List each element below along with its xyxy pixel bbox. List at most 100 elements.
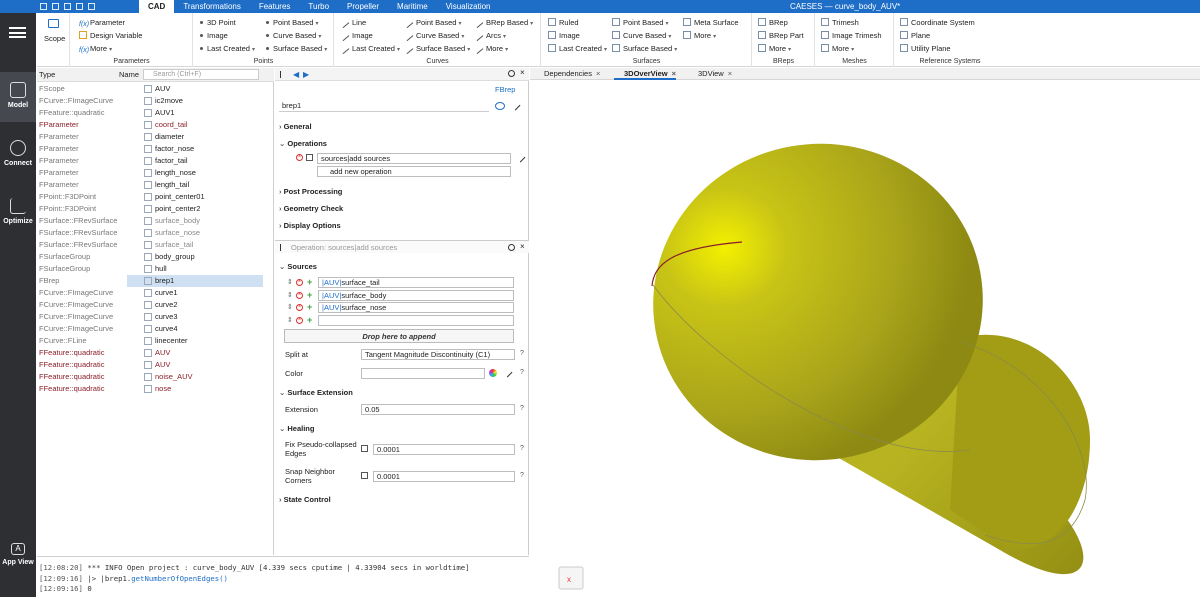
design-variable-button[interactable]: Design Variable — [79, 30, 142, 41]
tree-row[interactable]: FCurve::FImageCurve ic2move — [37, 95, 274, 107]
help-icon[interactable]: ? — [520, 405, 524, 412]
surface-based-surface-button[interactable]: Surface Based ▾ — [612, 43, 677, 54]
surface-based-point-button[interactable]: Surface Based ▾ — [264, 43, 327, 54]
tree-row[interactable]: FCurve::FImageCurve curve2 — [37, 299, 274, 311]
image-trimesh-button[interactable]: Image Trimesh — [821, 30, 882, 41]
drag-handle-icon[interactable]: ⇕ — [287, 316, 293, 324]
tree-row[interactable]: FSurface::FRevSurface surface_nose — [37, 227, 274, 239]
source-field-empty[interactable] — [318, 314, 514, 326]
point-based-curve-button[interactable]: Point Based ▾ — [404, 17, 461, 29]
tab-transformations[interactable]: Transformations — [174, 0, 250, 13]
tree-row[interactable]: FSurface::FRevSurface surface_body — [37, 215, 274, 227]
nav-app-view[interactable]: A App View — [0, 533, 36, 583]
redo-icon[interactable] — [76, 3, 83, 10]
refresh-icon[interactable] — [88, 3, 95, 10]
image-curve-button[interactable]: Image — [340, 30, 373, 42]
section-general[interactable]: General — [279, 122, 312, 131]
tree-row[interactable]: FParameter factor_tail — [37, 155, 274, 167]
surfaces-more-button[interactable]: More ▾ — [683, 30, 716, 41]
close-icon[interactable]: × — [520, 242, 525, 251]
tab-features[interactable]: Features — [250, 0, 300, 13]
source-field[interactable]: |AUV|surface_body — [318, 289, 514, 301]
curves-more-button[interactable]: More ▾ — [474, 43, 508, 55]
add-icon[interactable]: + — [307, 278, 312, 287]
source-row[interactable]: ⇕ × + |AUV|surface_tail — [275, 277, 529, 289]
edit-icon[interactable] — [502, 367, 513, 378]
tab-visualization[interactable]: Visualization — [437, 0, 500, 13]
tab-3dview[interactable]: 3DView × — [688, 68, 732, 80]
drag-handle-icon[interactable]: ⇕ — [287, 291, 293, 299]
edit-icon[interactable] — [510, 100, 521, 111]
tree-row[interactable]: FParameter coord_tail — [37, 119, 274, 131]
close-icon[interactable]: × — [672, 69, 676, 78]
arcs-button[interactable]: Arcs ▾ — [474, 30, 506, 42]
operation-field[interactable]: sources|add sources — [317, 153, 511, 164]
curve-based-point-button[interactable]: Curve Based ▾ — [264, 30, 321, 41]
color-wheel-icon[interactable] — [489, 369, 497, 377]
last-created-curve-button[interactable]: Last Created ▾ — [340, 43, 400, 55]
tree-row[interactable]: FCurve::FImageCurve curve4 — [37, 323, 274, 335]
image-point-button[interactable]: Image — [198, 30, 228, 41]
tree-row[interactable]: FParameter length_nose — [37, 167, 274, 179]
snap-neighbor-checkbox[interactable] — [361, 472, 368, 479]
tree-row[interactable]: FBrep brep1 — [37, 275, 274, 287]
remove-icon[interactable]: × — [296, 304, 303, 311]
checkbox-icon[interactable] — [306, 154, 313, 161]
tree-row[interactable]: FFeature::quadratic AUV — [37, 347, 274, 359]
tree-row[interactable]: FSurfaceGroup body_group — [37, 251, 274, 263]
help-icon[interactable]: ? — [520, 350, 524, 357]
drop-append-zone[interactable]: Drop here to append — [284, 329, 514, 343]
section-state-control[interactable]: State Control — [279, 495, 331, 504]
tree-row[interactable]: FPoint::F3DPoint point_center2 — [37, 203, 274, 215]
source-row[interactable]: ⇕ × + — [275, 314, 529, 327]
tree-row[interactable]: FParameter diameter — [37, 131, 274, 143]
last-created-point-button[interactable]: Last Created ▾ — [198, 43, 255, 54]
close-icon[interactable]: × — [520, 68, 525, 77]
brep-based-curve-button[interactable]: BRep Based ▾ — [474, 17, 533, 29]
3d-viewport[interactable]: x — [530, 80, 1200, 597]
point-based-point-button[interactable]: Point Based ▾ — [264, 17, 318, 28]
search-icon[interactable] — [508, 244, 515, 251]
color-select[interactable] — [361, 368, 485, 379]
surface-based-curve-button[interactable]: Surface Based ▾ — [404, 43, 470, 55]
object-name-field[interactable]: brep1 — [279, 101, 489, 112]
tree-row[interactable]: FSurfaceGroup hull — [37, 263, 274, 275]
ruled-button[interactable]: Ruled — [548, 17, 579, 28]
axis-widget[interactable]: x — [558, 566, 584, 590]
tree-row[interactable]: FParameter length_tail — [37, 179, 274, 191]
section-display-options[interactable]: Display Options — [279, 221, 341, 230]
source-row[interactable]: ⇕ × + |AUV|surface_nose — [275, 302, 529, 314]
breps-more-button[interactable]: More ▾ — [758, 43, 791, 54]
pin-icon[interactable] — [280, 244, 286, 251]
nav-optimize[interactable]: Optimize — [0, 188, 36, 238]
tree-row[interactable]: FCurve::FImageCurve curve1 — [37, 287, 274, 299]
tree-row[interactable]: FFeature::quadratic noise_AUV — [37, 371, 274, 383]
last-created-surface-button[interactable]: Last Created ▾ — [548, 43, 607, 54]
tree-row[interactable]: FFeature::quadratic nose — [37, 383, 274, 395]
source-row[interactable]: ⇕ × + |AUV|surface_body — [275, 289, 529, 302]
tree-row[interactable]: FParameter factor_nose — [37, 143, 274, 155]
tree-row[interactable]: FPoint::F3DPoint point_center01 — [37, 191, 274, 203]
image-surface-button[interactable]: Image — [548, 30, 580, 41]
parameters-more-button[interactable]: f(x)More ▾ — [79, 43, 112, 54]
help-icon[interactable]: ? — [520, 445, 524, 452]
split-at-select[interactable]: Tangent Magnitude Discontinuity (C1) — [361, 349, 515, 360]
drag-handle-icon[interactable]: ⇕ — [287, 303, 293, 311]
fix-pseudo-field[interactable]: 0.0001 — [373, 444, 515, 455]
add-icon[interactable]: + — [307, 290, 312, 299]
drag-handle-icon[interactable]: ⇕ — [287, 278, 293, 286]
close-icon[interactable]: × — [728, 69, 732, 78]
undo-icon[interactable] — [64, 3, 71, 10]
tree-row[interactable]: FFeature::quadratic AUV1 — [37, 107, 274, 119]
snap-neighbor-field[interactable]: 0.0001 — [373, 471, 515, 482]
add-icon[interactable]: + — [307, 315, 312, 324]
trimesh-button[interactable]: Trimesh — [821, 17, 859, 28]
nav-model[interactable]: Model — [0, 72, 36, 122]
remove-icon[interactable]: × — [296, 291, 303, 299]
remove-icon[interactable]: × — [296, 279, 303, 286]
meshes-more-button[interactable]: More ▾ — [821, 43, 854, 54]
3d-point-button[interactable]: 3D Point — [198, 17, 236, 28]
section-sources[interactable]: Sources — [279, 262, 317, 271]
tree-row[interactable]: FCurve::FImageCurve curve3 — [37, 311, 274, 323]
meta-surface-button[interactable]: Meta Surface — [683, 17, 739, 28]
